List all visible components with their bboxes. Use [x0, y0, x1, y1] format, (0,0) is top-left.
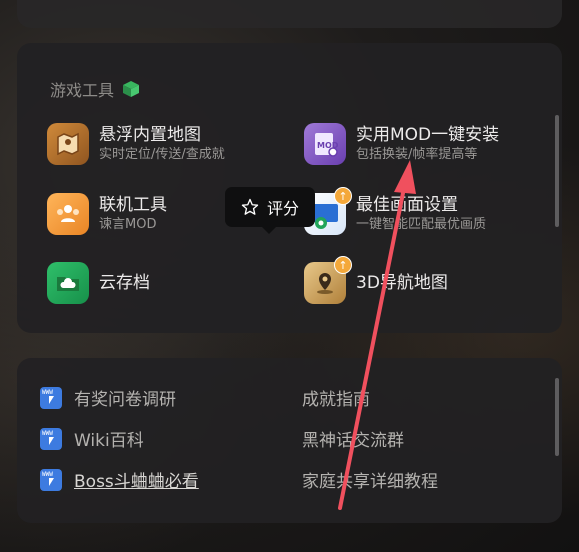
tool-mod-install[interactable]: MOD 实用MOD一键安装 包括换装/帧率提高等 — [304, 123, 499, 165]
top-panel — [17, 0, 562, 28]
link-community-group[interactable]: 黑神话交流群 — [302, 426, 404, 451]
multiplayer-icon — [47, 193, 89, 235]
web-link-icon — [40, 386, 62, 409]
link-label: 家庭共享详细教程 — [302, 472, 438, 492]
link-label: Boss斗蛐蛐必看 — [74, 472, 199, 492]
rating-tooltip: 评分 — [225, 187, 315, 234]
tooltip-label: 评分 — [266, 199, 299, 218]
tool-name: 3D导航地图 — [356, 273, 448, 293]
links-scrollbar[interactable] — [555, 378, 559, 456]
tool-desc: 包括换装/帧率提高等 — [356, 147, 478, 162]
tools-scrollbar[interactable] — [555, 115, 559, 227]
link-boss-guide[interactable]: Boss斗蛐蛐必看 — [40, 467, 199, 492]
link-label: Wiki百科 — [74, 431, 144, 451]
tool-desc: 一键智能匹配最优画质 — [356, 217, 487, 232]
map-icon — [47, 123, 89, 165]
tool-desc: 实时定位/传送/查成就 — [99, 147, 225, 162]
tool-floating-map[interactable]: 悬浮内置地图 实时定位/传送/查成就 — [47, 123, 225, 165]
link-label: 有奖问卷调研 — [74, 390, 176, 410]
tool-multiplayer[interactable]: 联机工具 谏言MOD — [47, 193, 167, 235]
star-icon — [241, 198, 259, 215]
link-survey[interactable]: 有奖问卷调研 — [40, 385, 176, 410]
3d-map-icon: ↑ — [304, 256, 352, 304]
link-achievements[interactable]: 成就指南 — [302, 385, 370, 410]
tool-name: 最佳画面设置 — [356, 195, 458, 215]
upgrade-badge-icon: ↑ — [334, 187, 352, 205]
tool-3d-map[interactable]: ↑ 3D导航地图 — [304, 256, 448, 304]
section-title-text: 游戏工具 — [50, 81, 115, 100]
web-link-icon — [40, 468, 62, 491]
tool-best-display[interactable]: ↑ 最佳画面设置 一键智能匹配最优画质 — [304, 187, 487, 235]
section-title: 游戏工具 — [50, 77, 140, 101]
tool-cloud-save[interactable]: 云存档 — [47, 262, 150, 304]
tool-name: 联机工具 — [99, 195, 167, 215]
link-label: 黑神话交流群 — [302, 431, 404, 451]
link-wiki[interactable]: Wiki百科 — [40, 426, 144, 451]
web-link-icon — [40, 427, 62, 450]
cube-icon — [123, 81, 140, 97]
link-family-share[interactable]: 家庭共享详细教程 — [302, 467, 438, 492]
link-label: 成就指南 — [302, 390, 370, 410]
upgrade-badge-icon: ↑ — [334, 256, 352, 274]
tool-name: 悬浮内置地图 — [99, 125, 201, 145]
cloud-save-icon — [47, 262, 89, 304]
tool-name: 实用MOD一键安装 — [356, 125, 500, 145]
tool-name: 云存档 — [99, 273, 150, 293]
tool-desc: 谏言MOD — [99, 217, 157, 232]
mod-icon: MOD — [304, 123, 346, 165]
